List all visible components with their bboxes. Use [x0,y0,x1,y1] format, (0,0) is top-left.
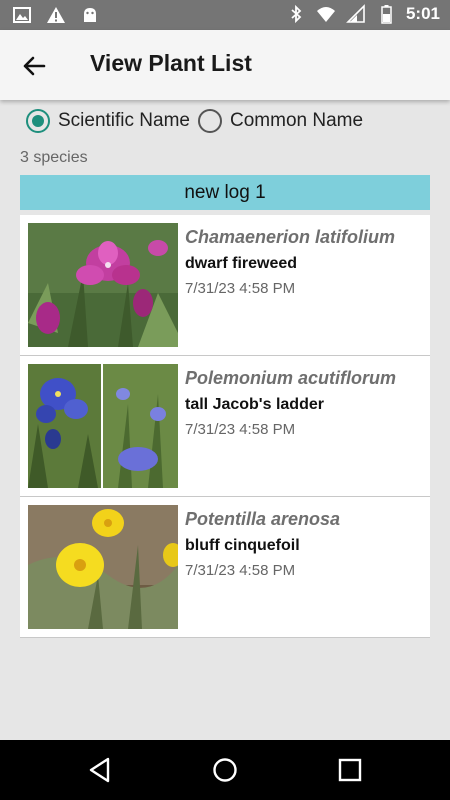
plant-photo-fireweed [28,223,178,347]
sort-radio-group: Scientific Name Common Name [26,109,371,133]
battery-icon [381,5,392,24]
log-date: 7/31/23 4:58 PM [185,562,296,579]
image-notification-icon [13,7,31,23]
plant-list: Chamaenerion latifolium dwarf fireweed 7… [20,215,430,638]
square-recents-icon[interactable] [336,756,364,784]
scientific-name: Polemonium acutiflorum [185,368,397,388]
scientific-name: Potentilla arenosa [185,509,341,529]
list-item[interactable]: Chamaenerion latifolium dwarf fireweed 7… [20,215,430,356]
log-date: 7/31/23 4:58 PM [185,280,296,297]
common-name: dwarf fireweed [185,255,298,272]
bluetooth-icon [291,4,302,24]
radio-scientific-label: Scientific Name [58,110,190,131]
circle-home-icon[interactable] [211,756,239,784]
log-name-header: new log 1 [20,175,430,210]
app-bar: View Plant List [0,30,450,100]
status-time: 5:01 [405,4,440,23]
signal-icon [346,4,365,23]
common-name: bluff cinquefoil [185,537,300,554]
status-bar: 5:01 [0,0,450,30]
back-arrow-icon[interactable] [18,50,50,82]
scientific-name: Chamaenerion latifolium [185,227,396,247]
log-date: 7/31/23 4:58 PM [185,421,296,438]
android-icon [84,8,96,22]
page-title: View Plant List [90,50,252,76]
wifi-icon [316,7,335,22]
plant-photo-jacobs-ladder [28,364,178,488]
list-item[interactable]: Potentilla arenosa bluff cinquefoil 7/31… [20,497,430,638]
warning-icon [47,7,65,23]
species-count: 3 species [20,149,88,166]
list-item[interactable]: Polemonium acutiflorum tall Jacob's ladd… [20,356,430,497]
radio-common-label: Common Name [230,110,364,131]
radio-common-name[interactable]: Common Name [198,109,363,133]
radio-button-checked[interactable] [26,109,50,133]
navigation-bar [0,740,450,800]
common-name: tall Jacob's ladder [185,396,324,413]
plant-photo-cinquefoil [28,505,178,629]
radio-button-unchecked[interactable] [198,109,222,133]
triangle-back-icon[interactable] [86,756,114,784]
radio-scientific-name[interactable]: Scientific Name [26,109,190,133]
